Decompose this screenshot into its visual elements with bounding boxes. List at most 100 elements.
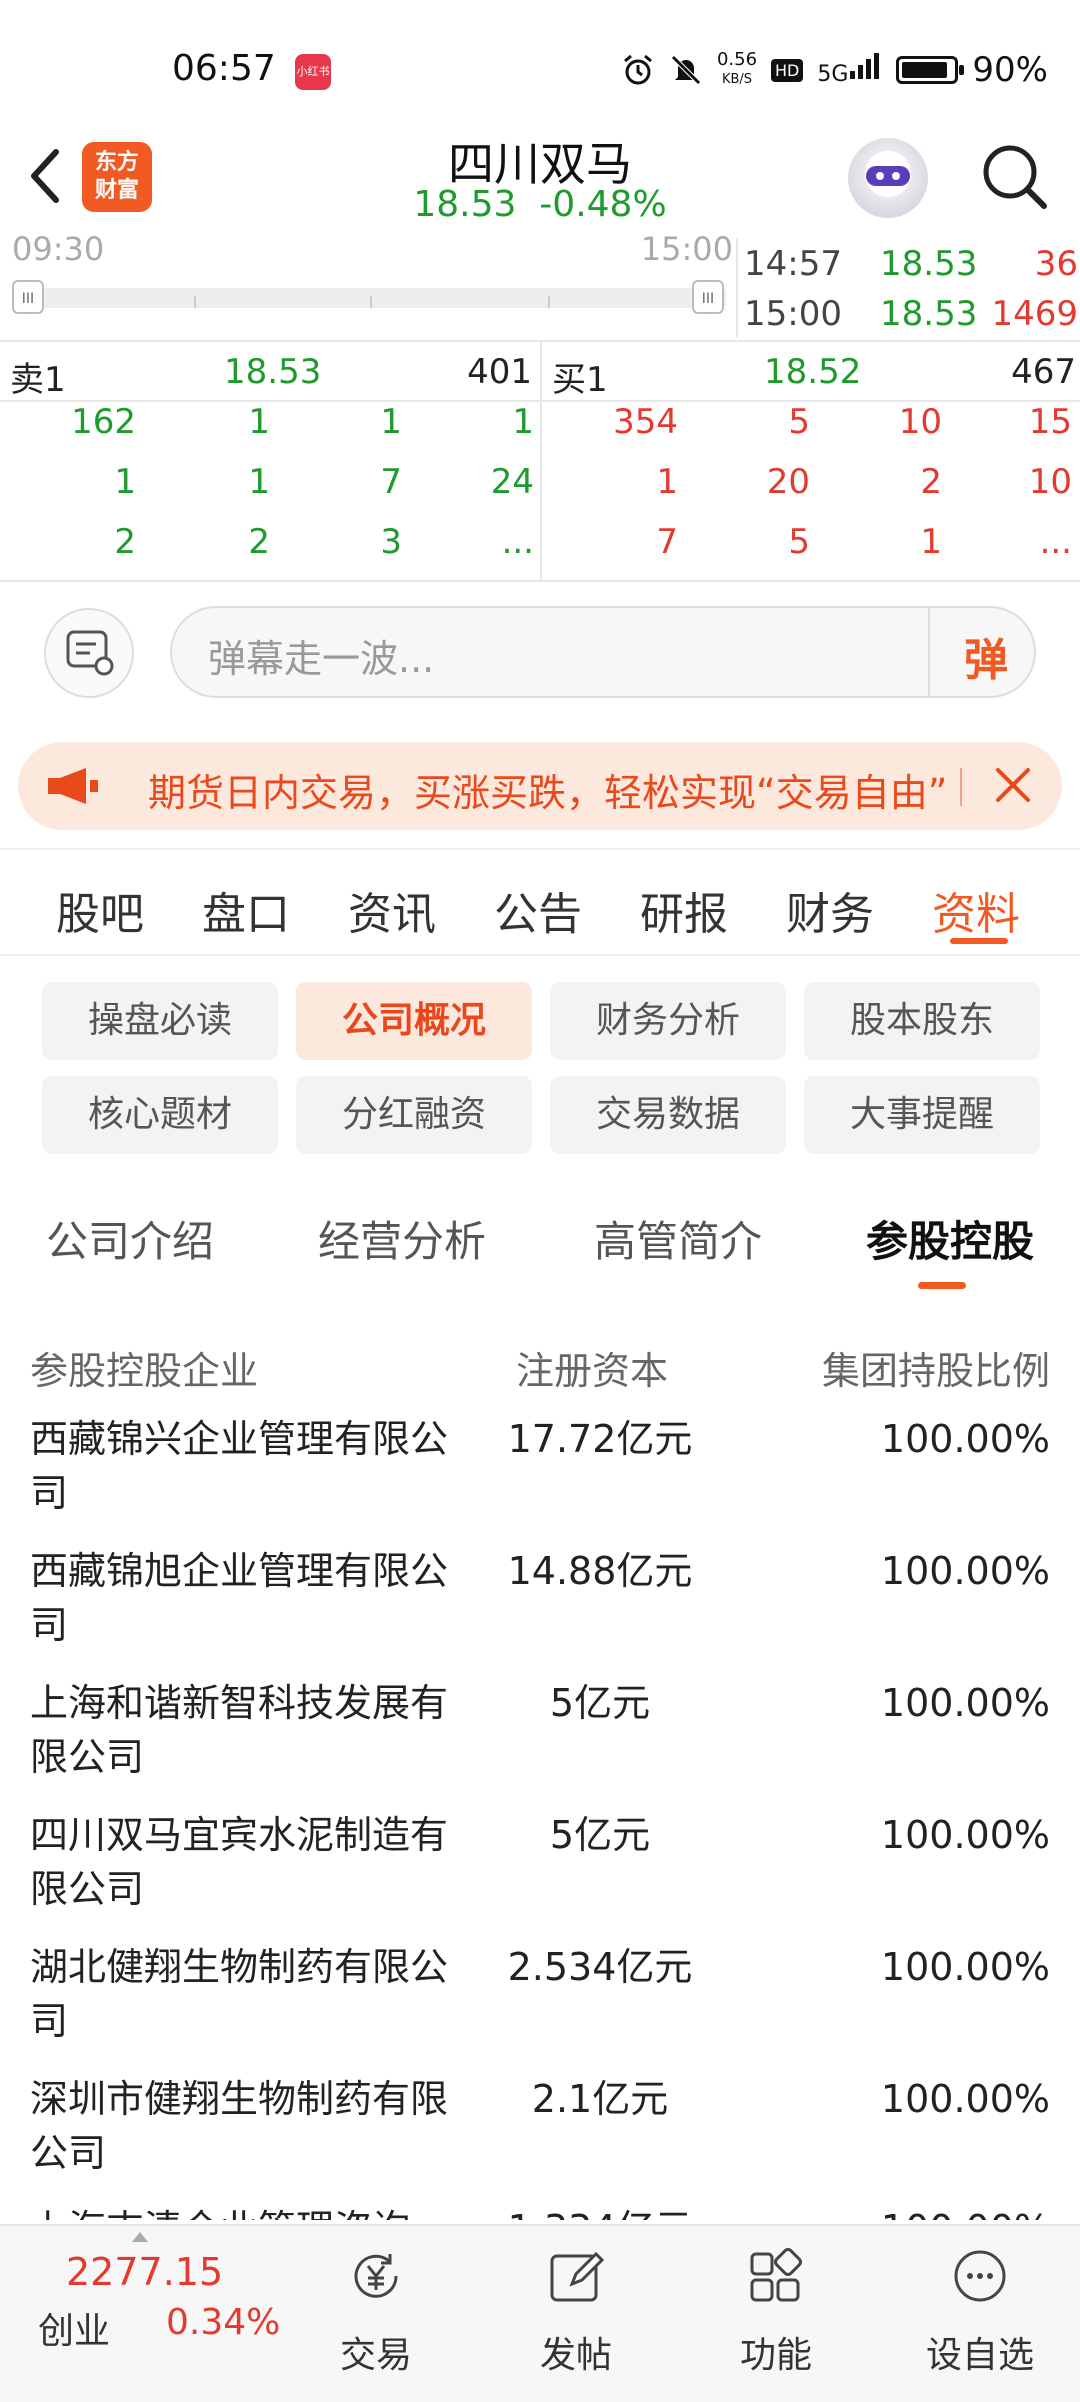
close-icon[interactable] xyxy=(990,762,1036,808)
index-caret-icon[interactable] xyxy=(132,2232,148,2242)
trade-volume: 36 xyxy=(1034,244,1078,284)
slider-right-handle[interactable]: III xyxy=(692,280,724,314)
stock-change-pct: -0.48% xyxy=(539,184,667,225)
tab-announcements[interactable]: 公告 xyxy=(494,878,582,942)
holding-ratio: 100.00% xyxy=(880,1549,1050,1593)
tab-profile[interactable]: 资料 xyxy=(932,878,1020,942)
table-row[interactable]: 上海吉清企业管理咨询 1.334亿元 100.00% xyxy=(0,2202,1080,2220)
subtab-active-indicator xyxy=(918,1282,966,1289)
battery-percent: 90% xyxy=(972,50,1048,90)
tab-pankou[interactable]: 盘口 xyxy=(202,878,290,942)
subtab-company-intro[interactable]: 公司介绍 xyxy=(46,1208,214,1269)
slider-tick xyxy=(370,296,372,308)
queue-cell: 5 xyxy=(788,402,810,442)
queue-cell: 20 xyxy=(766,462,810,502)
chip-trading-guide[interactable]: 操盘必读 xyxy=(42,982,278,1060)
registered-capital: 2.1亿元 xyxy=(531,2077,669,2121)
net-speed-unit: KB/S xyxy=(721,72,753,87)
queue-cell: 10 xyxy=(898,402,942,442)
chip-shareholders[interactable]: 股本股东 xyxy=(804,982,1040,1060)
company-name: 西藏锦旭企业管理有限公司 xyxy=(30,1549,449,1647)
table-row[interactable]: 湖北健翔生物制药有限公司 2.534亿元 100.00% xyxy=(0,1940,1080,2072)
subtab-executives[interactable]: 高管简介 xyxy=(594,1208,762,1269)
chart-time-slider[interactable]: 09:30 15:00 III III xyxy=(0,230,735,338)
chip-company-overview[interactable]: 公司概况 xyxy=(296,982,532,1060)
back-arrow-icon[interactable] xyxy=(24,146,64,206)
danmaku-settings-icon[interactable] xyxy=(44,608,134,698)
company-name: 湖北健翔生物制药有限公司 xyxy=(30,1945,449,2043)
chip-dividends[interactable]: 分红融资 xyxy=(296,1076,532,1154)
registered-capital: 5亿元 xyxy=(549,1681,651,1725)
buy1-header: 买1 18.52 467 xyxy=(542,342,1080,402)
net-speed-value: 0.56 xyxy=(716,49,758,70)
holding-ratio: 100.00% xyxy=(880,1813,1050,1857)
queue-cell: 1 xyxy=(248,462,270,502)
company-name: 深圳市健翔生物制药有限公司 xyxy=(30,2077,449,2175)
buy1-label: 买1 xyxy=(552,360,608,400)
queue-cell: 3 xyxy=(380,522,402,562)
tab-finance[interactable]: 财务 xyxy=(786,878,874,942)
index-change-pct[interactable]: 0.34% xyxy=(166,2302,280,2343)
queue-cell: 2 xyxy=(920,462,942,502)
danmaku-placeholder: 弹幕走一波... xyxy=(208,637,435,681)
slider-end-time: 15:00 xyxy=(640,230,733,268)
sell1-volume: 401 xyxy=(467,352,532,392)
signal-5g-icon: 5G xyxy=(817,53,882,87)
tab-news[interactable]: 资讯 xyxy=(348,878,436,942)
hd-icon: HD xyxy=(771,58,804,82)
nav-functions-label: 功能 xyxy=(739,2335,812,2376)
nav-post[interactable]: 发帖 xyxy=(496,2226,656,2402)
battery-icon xyxy=(896,56,965,84)
holding-ratio: 100.00% xyxy=(750,2202,1050,2220)
subtab-holdings[interactable]: 参股控股 xyxy=(866,1208,1034,1269)
ai-robot-avatar-icon[interactable] xyxy=(848,138,928,218)
nav-trade-label: 交易 xyxy=(339,2335,412,2376)
registered-capital: 1.334亿元 xyxy=(470,2202,730,2220)
ad-text: 期货日内交易，买涨买跌，轻松实现“交易自由” xyxy=(148,771,948,815)
danmaku-input[interactable]: 弹幕走一波... 弹 xyxy=(170,606,1036,698)
tab-guba[interactable]: 股吧 xyxy=(56,878,144,942)
nav-functions[interactable]: 功能 xyxy=(696,2226,856,2402)
col-company: 参股控股企业 xyxy=(30,1349,259,1393)
nav-trade[interactable]: 交易 xyxy=(296,2226,456,2402)
danmaku-send-button[interactable]: 弹 xyxy=(964,624,1008,688)
net-speed: 0.56 KB/S xyxy=(717,51,757,89)
queue-cell: 2 xyxy=(114,522,136,562)
alarm-icon xyxy=(623,54,652,85)
table-row[interactable]: 四川双马宜宾水泥制造有限公司 5亿元 100.00% xyxy=(0,1808,1080,1940)
nav-add-watchlist[interactable]: 设自选 xyxy=(900,2226,1060,2402)
trade-row: 14:57 18.53 36 xyxy=(738,238,1080,288)
registered-capital: 2.534亿元 xyxy=(507,1945,693,1989)
table-row[interactable]: 西藏锦旭企业管理有限公司 14.88亿元 100.00% xyxy=(0,1544,1080,1676)
trade-volume: 1469 xyxy=(991,294,1078,334)
table-row[interactable]: 西藏锦兴企业管理有限公司 17.72亿元 100.00% xyxy=(0,1412,1080,1544)
nav-add-watchlist-label: 设自选 xyxy=(925,2335,1034,2376)
index-value[interactable]: 2277.15 xyxy=(66,2250,223,2294)
futures-ad-banner[interactable]: 期货日内交易，买涨买跌，轻松实现“交易自由” xyxy=(18,742,1062,830)
subtab-business-analysis[interactable]: 经营分析 xyxy=(318,1208,486,1269)
search-icon[interactable] xyxy=(978,140,1050,212)
logo-line2: 财富 xyxy=(94,178,139,203)
queue-cell: 1 xyxy=(248,402,270,442)
danmaku-bar: 弹幕走一波... 弹 xyxy=(0,580,1080,728)
nav-post-label: 发帖 xyxy=(539,2335,612,2376)
danmaku-divider xyxy=(928,608,930,696)
slider-left-handle[interactable]: III xyxy=(12,280,44,314)
queue-cell: 24 xyxy=(490,462,534,502)
chip-core-themes[interactable]: 核心题材 xyxy=(42,1076,278,1154)
col-ratio: 集团持股比例 xyxy=(821,1349,1050,1393)
company-name: 四川双马宜宾水泥制造有限公司 xyxy=(30,1813,449,1911)
order-book: 卖1 18.53 401 买1 18.52 467 162 1 1 1 1 1 … xyxy=(0,340,1080,582)
index-name[interactable]: 创业 xyxy=(38,2302,110,2354)
tab-research[interactable]: 研报 xyxy=(640,878,728,942)
queue-cell: ... xyxy=(1039,522,1072,562)
queue-cell: 1 xyxy=(920,522,942,562)
chip-trading-data[interactable]: 交易数据 xyxy=(550,1076,786,1154)
chip-financial-analysis[interactable]: 财务分析 xyxy=(550,982,786,1060)
xiaohongshu-notification-icon: 小红书 xyxy=(295,54,331,90)
trade-time: 14:57 xyxy=(744,244,842,284)
grid-apps-icon xyxy=(750,2248,802,2302)
table-row[interactable]: 深圳市健翔生物制药有限公司 2.1亿元 100.00% xyxy=(0,2072,1080,2204)
chip-events[interactable]: 大事提醒 xyxy=(804,1076,1040,1154)
table-row[interactable]: 上海和谐新智科技发展有限公司 5亿元 100.00% xyxy=(0,1676,1080,1808)
